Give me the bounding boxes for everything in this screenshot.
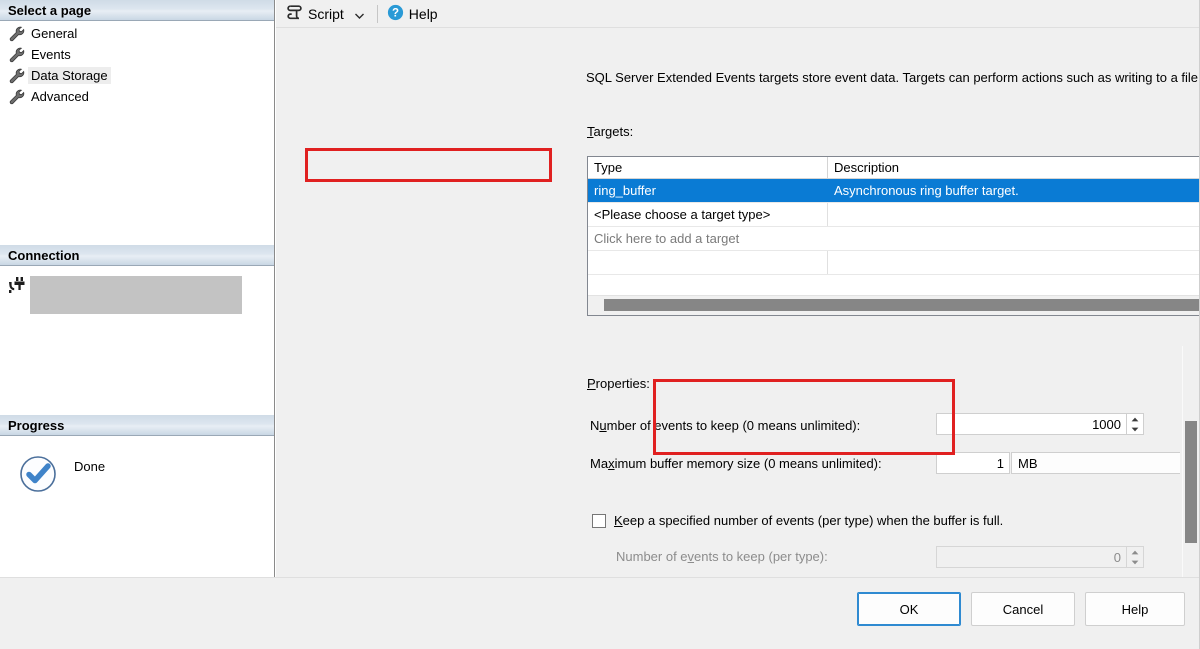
- grid-cell-description: [828, 251, 1200, 274]
- keep-label-post: eep a specified number of events (per ty…: [622, 513, 1004, 528]
- maximum-buffer-size-label: Maximum buffer memory size (0 means unli…: [590, 456, 882, 471]
- dialog-toolbar: Script ? Help: [276, 0, 1200, 28]
- progress-header: Progress: [0, 414, 274, 436]
- ok-button[interactable]: OK: [857, 592, 961, 626]
- left-navigation-panel: Select a page General Events Data Storag…: [0, 0, 275, 577]
- extended-events-data-storage-dialog: Select a page General Events Data Storag…: [0, 0, 1200, 649]
- grid-cell-type[interactable]: <Please choose a target type>: [588, 203, 828, 226]
- help-button-label: Help: [408, 6, 438, 22]
- connection-plug-icon: [8, 276, 30, 302]
- grid-header-row: Type Description: [588, 157, 1200, 179]
- scrollbar-thumb[interactable]: [604, 299, 1200, 311]
- grid-cell-type: [588, 251, 828, 274]
- wrench-icon: [8, 25, 28, 43]
- targets-grid[interactable]: Type Description ring_buffer Asynchronou…: [587, 156, 1200, 316]
- maximum-buffer-size-input[interactable]: [936, 452, 1010, 474]
- keep-label-accesskey: K: [614, 513, 623, 528]
- properties-label-accesskey: P: [587, 376, 596, 391]
- number-of-events-stepper[interactable]: [1127, 413, 1144, 435]
- wrench-icon: [8, 88, 28, 106]
- sidebar-item-advanced[interactable]: Advanced: [6, 86, 274, 107]
- table-row[interactable]: <Please choose a target type>: [588, 203, 1200, 227]
- script-button-label: Script: [308, 6, 344, 22]
- script-button[interactable]: Script: [282, 2, 348, 26]
- help-button-footer[interactable]: Help: [1085, 592, 1185, 626]
- scrollbar-track: [1182, 346, 1183, 577]
- number-per-type-input: [936, 546, 1127, 568]
- number-of-events-input[interactable]: [936, 413, 1127, 435]
- num-per-label-pre: Number of e: [616, 549, 688, 564]
- sidebar-item-data-storage[interactable]: Data Storage: [6, 65, 274, 86]
- progress-panel: Done: [0, 435, 274, 577]
- select-page-header: Select a page: [0, 0, 274, 21]
- connection-header: Connection: [0, 244, 274, 266]
- sidebar-item-label: General: [31, 26, 78, 41]
- cancel-button[interactable]: Cancel: [971, 592, 1075, 626]
- properties-label-rest: roperties:: [595, 376, 650, 391]
- page-list: General Events Data Storage Advanced: [0, 21, 274, 107]
- grid-column-header-type[interactable]: Type: [588, 157, 828, 178]
- sidebar-item-label: Events: [31, 47, 71, 62]
- targets-label: Targets:: [587, 124, 633, 139]
- buffer-size-unit-select[interactable]: MB: [1011, 452, 1200, 474]
- wrench-icon: [8, 67, 28, 85]
- grid-horizontal-scrollbar[interactable]: [588, 295, 1200, 315]
- sidebar-item-events[interactable]: Events: [6, 44, 274, 65]
- sidebar-item-label: Data Storage: [28, 67, 111, 84]
- grid-cell-type[interactable]: ring_buffer: [588, 179, 828, 202]
- stepper-down-icon: [1127, 557, 1143, 567]
- number-per-type-stepper: [1127, 546, 1144, 568]
- table-row[interactable]: [588, 251, 1200, 275]
- grid-cell-description: [828, 227, 1200, 250]
- grid-cell-description: Asynchronous ring buffer target.: [834, 183, 1019, 198]
- script-icon: [286, 4, 303, 24]
- stepper-up-icon[interactable]: [1127, 414, 1143, 424]
- page-description: SQL Server Extended Events targets store…: [586, 70, 1200, 85]
- keep-specified-events-checkbox[interactable]: [592, 513, 606, 528]
- progress-status-text: Done: [74, 459, 106, 474]
- help-button[interactable]: ? Help: [383, 2, 442, 26]
- sidebar-item-label: Advanced: [31, 89, 89, 104]
- properties-label: Properties:: [587, 376, 650, 391]
- number-of-events-label: Number of events to keep (0 means unlimi…: [590, 418, 860, 433]
- connection-panel: [0, 265, 274, 415]
- chevron-down-icon: [355, 6, 365, 22]
- buffer-size-unit-value: MB: [1018, 455, 1038, 471]
- num-events-label-pre: N: [590, 418, 600, 433]
- sidebar-item-general[interactable]: General: [6, 23, 274, 44]
- success-check-icon: [18, 454, 58, 494]
- connection-value-redacted: [30, 275, 242, 314]
- dialog-body: Select a page General Events Data Storag…: [0, 0, 1200, 577]
- grid-column-header-description[interactable]: Description: [828, 157, 1200, 178]
- wrench-icon: [8, 46, 28, 64]
- grid-cell-description: [828, 203, 1200, 226]
- table-row[interactable]: ring_buffer Asynchronous ring buffer tar…: [588, 179, 1200, 203]
- script-dropdown-button[interactable]: [348, 2, 372, 26]
- stepper-up-icon: [1127, 547, 1143, 557]
- svg-text:?: ?: [392, 8, 399, 20]
- max-buf-label-post: imum buffer memory size (0 means unlimit…: [614, 456, 882, 471]
- targets-label-rest: argets:: [593, 124, 634, 139]
- num-events-label-post: mber of events to keep (0 means unlimite…: [606, 418, 861, 433]
- number-per-type-label: Number of events to keep (per type):: [616, 549, 828, 564]
- max-buf-label-pre: Ma: [590, 456, 609, 471]
- help-question-icon: ?: [387, 4, 404, 24]
- toolbar-separator: [376, 5, 378, 23]
- scrollbar-thumb[interactable]: [1185, 421, 1197, 543]
- keep-specified-events-label: Keep a specified number of events (per t…: [614, 513, 1003, 528]
- content-vertical-scrollbar[interactable]: [1180, 346, 1200, 577]
- num-per-label-post: ents to keep (per type):: [694, 549, 828, 564]
- keep-specified-events-row[interactable]: Keep a specified number of events (per t…: [592, 513, 1003, 528]
- stepper-down-icon[interactable]: [1127, 424, 1143, 434]
- num-events-label-accesskey: u: [599, 418, 607, 433]
- table-row-add-target[interactable]: Click here to add a target: [588, 227, 1200, 251]
- main-content-panel: Script ? Help SQL Server Extended Events…: [275, 0, 1200, 577]
- grid-cell-add-target-hint[interactable]: Click here to add a target: [588, 227, 828, 250]
